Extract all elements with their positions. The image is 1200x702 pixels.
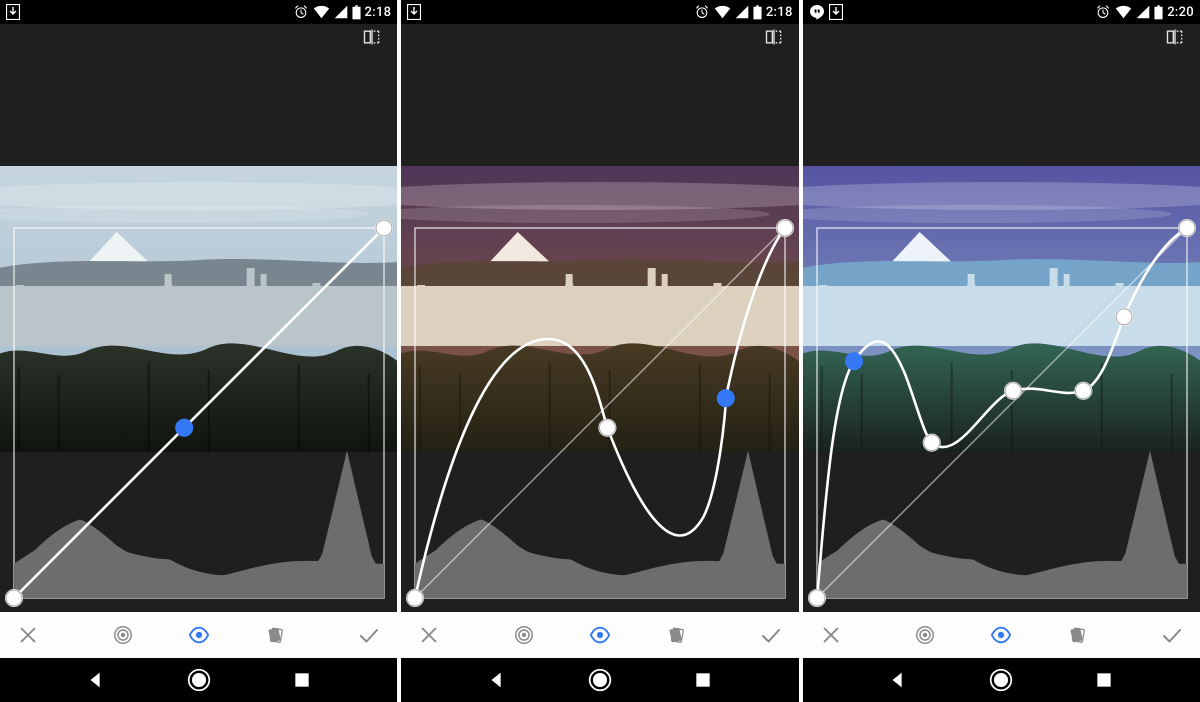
download-icon <box>6 4 20 20</box>
photo-preview <box>401 166 798 452</box>
curve-handle[interactable] <box>407 590 423 606</box>
phone-panel: 2:18 <box>0 0 397 702</box>
histogram <box>14 451 384 598</box>
battery-icon <box>352 5 361 20</box>
signal-icon <box>334 5 348 19</box>
wifi-icon <box>313 5 330 19</box>
photo-preview <box>803 166 1200 452</box>
compare-icon[interactable] <box>361 27 383 51</box>
phone-panel: 2:18 <box>397 0 798 702</box>
styles-tab[interactable] <box>1063 621 1091 649</box>
status-clock: 2:18 <box>365 5 392 20</box>
apply-button[interactable] <box>355 621 383 649</box>
apply-button[interactable] <box>757 621 785 649</box>
editor-toolbar <box>803 612 1200 658</box>
nav-back-button[interactable] <box>483 666 511 694</box>
editor-stage <box>803 54 1200 612</box>
status-bar: 2:18 <box>401 0 798 24</box>
adjust-tab[interactable] <box>109 621 137 649</box>
editor-stage <box>401 54 798 612</box>
curves-tab[interactable] <box>185 621 213 649</box>
download-icon <box>829 4 843 20</box>
photo-preview <box>0 166 397 452</box>
status-bar: 2:20 <box>803 0 1200 24</box>
compare-icon[interactable] <box>1164 27 1186 51</box>
signal-icon <box>1136 5 1150 19</box>
curve-handle[interactable] <box>809 590 825 606</box>
editor-stage <box>0 54 397 612</box>
cancel-button[interactable] <box>14 621 42 649</box>
alarm-icon <box>1095 4 1111 20</box>
styles-tab[interactable] <box>261 621 289 649</box>
status-clock: 2:18 <box>766 5 793 20</box>
wifi-icon <box>1115 5 1132 19</box>
curves-tab[interactable] <box>987 621 1015 649</box>
adjust-tab[interactable] <box>510 621 538 649</box>
nav-recents-button[interactable] <box>288 666 316 694</box>
nav-recents-button[interactable] <box>689 666 717 694</box>
histogram <box>817 451 1187 598</box>
cancel-button[interactable] <box>817 621 845 649</box>
curves-tab[interactable] <box>586 621 614 649</box>
nav-back-button[interactable] <box>82 666 110 694</box>
cancel-button[interactable] <box>415 621 443 649</box>
histogram <box>415 451 785 598</box>
editor-toolbar <box>401 612 798 658</box>
battery-icon <box>1154 5 1163 20</box>
styles-tab[interactable] <box>662 621 690 649</box>
alarm-icon <box>694 4 710 20</box>
phone-panel: 2:20 <box>799 0 1200 702</box>
android-nav-bar <box>0 658 397 702</box>
adjust-tab[interactable] <box>911 621 939 649</box>
hangouts-icon <box>809 4 825 20</box>
nav-recents-button[interactable] <box>1090 666 1118 694</box>
status-clock: 2:20 <box>1167 5 1194 20</box>
nav-back-button[interactable] <box>884 666 912 694</box>
android-nav-bar <box>401 658 798 702</box>
curve-handle[interactable] <box>6 590 22 606</box>
nav-home-button[interactable] <box>185 666 213 694</box>
status-bar: 2:18 <box>0 0 397 24</box>
alarm-icon <box>293 4 309 20</box>
editor-topbar <box>0 24 397 54</box>
wifi-icon <box>714 5 731 19</box>
nav-home-button[interactable] <box>586 666 614 694</box>
editor-topbar <box>401 24 798 54</box>
nav-home-button[interactable] <box>987 666 1015 694</box>
battery-icon <box>753 5 762 20</box>
compare-icon[interactable] <box>763 27 785 51</box>
signal-icon <box>735 5 749 19</box>
editor-toolbar <box>0 612 397 658</box>
android-nav-bar <box>803 658 1200 702</box>
download-icon <box>407 4 421 20</box>
editor-topbar <box>803 24 1200 54</box>
apply-button[interactable] <box>1158 621 1186 649</box>
